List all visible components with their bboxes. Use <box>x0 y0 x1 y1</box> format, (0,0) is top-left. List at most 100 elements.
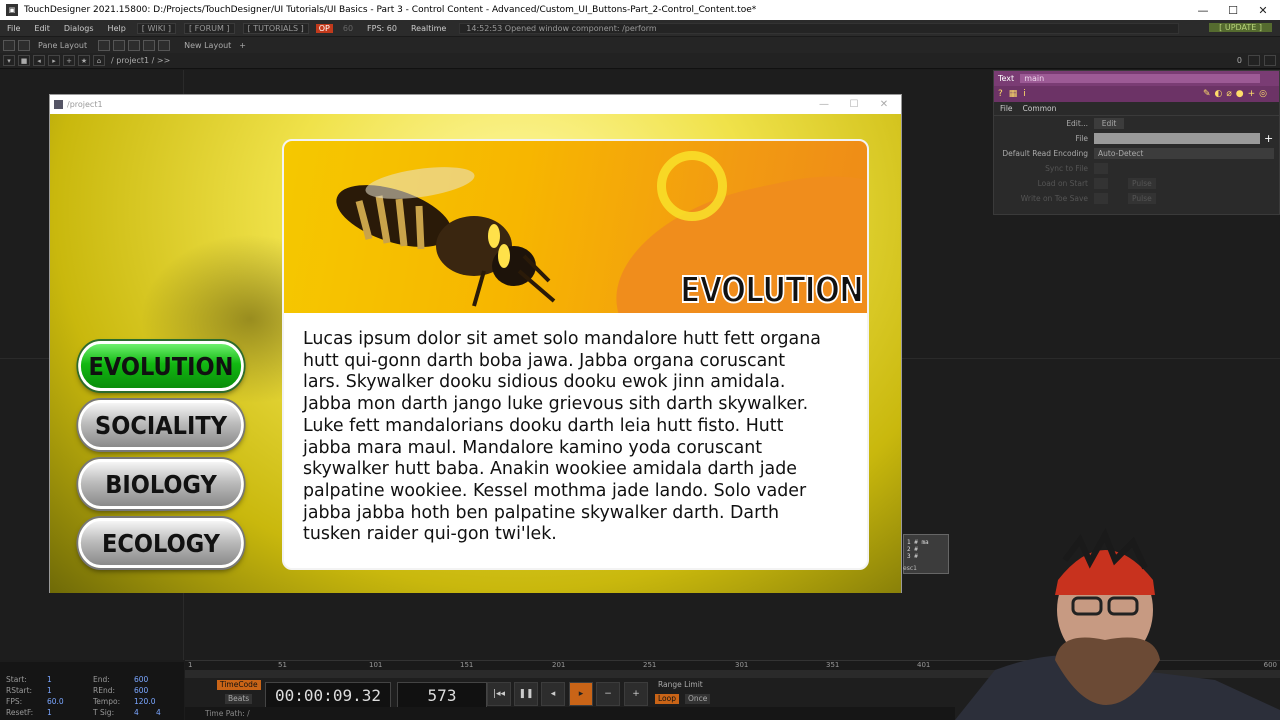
perform-minimize-button[interactable]: — <box>809 95 839 113</box>
help-icon[interactable]: ? <box>998 89 1003 99</box>
lock-icon[interactable]: ▦ <box>1009 89 1018 99</box>
tick-label: 1 <box>188 661 193 669</box>
encoding-select[interactable]: Auto-Detect <box>1094 148 1274 159</box>
tempo-label: Tempo: <box>93 697 121 706</box>
ui-stage: EVOLUTION SOCIALITY BIOLOGY ECOLOGY EVOL… <box>50 114 901 593</box>
op-name-field[interactable]: main <box>1020 74 1261 83</box>
sync-toggle[interactable] <box>1094 163 1108 174</box>
app-titlebar: ▣ TouchDesigner 2021.15800: D:/Projects/… <box>0 0 1280 20</box>
tab-common[interactable]: Common <box>1023 104 1057 113</box>
forward-icon[interactable]: ▸ <box>48 55 60 66</box>
rstart-value[interactable]: 1 <box>47 686 52 695</box>
menu-help[interactable]: Help <box>101 24 133 33</box>
pause-icon[interactable]: ❚❚ <box>514 682 538 706</box>
tab-file[interactable]: File <box>1000 104 1013 113</box>
add-file-icon[interactable]: + <box>1264 132 1273 145</box>
banner-image: EVOLUTION <box>284 141 867 313</box>
param-label: File <box>1075 134 1088 143</box>
file-field[interactable] <box>1094 133 1260 144</box>
step-back-icon[interactable]: ◂ <box>541 682 565 706</box>
stop-icon[interactable]: ■ <box>18 55 30 66</box>
start-value[interactable]: 1 <box>47 675 52 684</box>
node-line: 2 # <box>907 546 918 553</box>
layout-icon[interactable] <box>18 39 30 51</box>
tempo-value[interactable]: 120.0 <box>134 697 155 706</box>
info-icon[interactable]: i <box>1023 89 1026 99</box>
split-icon[interactable] <box>98 39 111 51</box>
menu-dialogs[interactable]: Dialogs <box>57 24 101 33</box>
write-pulse-button[interactable]: Pulse <box>1128 193 1156 204</box>
minimize-button[interactable]: — <box>1188 0 1218 20</box>
play-icon[interactable]: ▸ <box>569 682 593 706</box>
param-options-icon[interactable]: ✎◐⌀●+◎ <box>1203 89 1271 99</box>
timecode-mode-button[interactable]: TimeCode <box>217 680 261 690</box>
close-button[interactable]: ✕ <box>1248 0 1278 20</box>
menu-file[interactable]: File <box>0 24 27 33</box>
forum-link[interactable]: [ FORUM ] <box>184 22 235 34</box>
content-card: EVOLUTION Lucas ipsum dolor sit amet sol… <box>282 139 869 570</box>
node-name: esc1 <box>903 565 917 572</box>
back-icon[interactable]: ◂ <box>33 55 45 66</box>
param-row: Edit... Edit <box>994 116 1279 131</box>
tick-label: 201 <box>552 661 566 669</box>
layout-icon[interactable] <box>3 39 15 51</box>
tick-label: 251 <box>643 661 657 669</box>
banner-title: EVOLUTION <box>679 269 864 312</box>
nav-button-evolution[interactable]: EVOLUTION <box>78 341 244 391</box>
tsig-value-b[interactable]: 4 <box>156 708 161 717</box>
reset-value[interactable]: 1 <box>47 708 52 717</box>
tutorials-link[interactable]: [ TUTORIALS ] <box>242 22 309 34</box>
td-window-icon <box>54 99 63 109</box>
rewind-icon[interactable]: |◂◂ <box>487 682 511 706</box>
perform-indicator[interactable]: OP <box>315 23 333 33</box>
perform-maximize-button[interactable]: ☐ <box>839 95 869 113</box>
path-bar: ▾ ■ ◂ ▸ + ★ ⌂ / project1 / >> 0 <box>0 53 1280 69</box>
dropdown-icon[interactable]: ▾ <box>3 55 15 66</box>
param-header: Text main <box>994 71 1279 86</box>
network-path[interactable]: / project1 / >> <box>111 56 170 65</box>
split-icon[interactable] <box>128 39 141 51</box>
split-icon[interactable] <box>158 39 171 51</box>
time-path: Time Path: / <box>185 707 955 720</box>
pane-icon[interactable] <box>1264 55 1276 66</box>
end-value[interactable]: 600 <box>134 675 148 684</box>
frame-display[interactable]: 573 <box>397 682 487 708</box>
nav-button-biology[interactable]: BIOLOGY <box>78 459 244 509</box>
beats-mode-button[interactable]: Beats <box>225 694 253 704</box>
split-icon[interactable] <box>113 39 126 51</box>
body-line: Jabba mon darth jango luke grievous sith… <box>303 394 809 415</box>
update-button[interactable]: [ UPDATE ] <box>1209 23 1272 32</box>
add-layout-button[interactable]: + <box>239 41 246 50</box>
tick-label: 101 <box>369 661 383 669</box>
add-icon[interactable]: + <box>63 55 75 66</box>
load-pulse-button[interactable]: Pulse <box>1128 178 1156 189</box>
perform-close-button[interactable]: ✕ <box>869 95 899 113</box>
nav-button-ecology[interactable]: ECOLOGY <box>78 518 244 568</box>
fps-label: FPS: <box>6 697 23 706</box>
pane-icon[interactable] <box>1248 55 1260 66</box>
tick-label: 51 <box>278 661 287 669</box>
star-icon[interactable]: ★ <box>78 55 90 66</box>
fps-value[interactable]: 60.0 <box>47 697 64 706</box>
perform-window[interactable]: /project1 — ☐ ✕ EVOLUTION SOCIALITY BIOL… <box>49 94 902 593</box>
loop-button[interactable]: Loop <box>655 694 679 704</box>
once-button[interactable]: Once <box>685 694 711 704</box>
new-layout-label[interactable]: New Layout <box>184 41 231 50</box>
split-icon[interactable] <box>143 39 156 51</box>
nav-button-sociality[interactable]: SOCIALITY <box>78 400 244 450</box>
write-toggle[interactable] <box>1094 193 1108 204</box>
param-row: Load on Start Pulse <box>994 176 1279 191</box>
rend-value[interactable]: 600 <box>134 686 148 695</box>
realtime-toggle[interactable]: Realtime <box>404 24 453 33</box>
maximize-button[interactable]: ☐ <box>1218 0 1248 20</box>
decrement-icon[interactable]: − <box>596 682 620 706</box>
tsig-value-a[interactable]: 4 <box>134 708 139 717</box>
increment-icon[interactable]: + <box>624 682 648 706</box>
wiki-link[interactable]: [ WIKI ] <box>136 22 176 34</box>
webcam-overlay <box>955 520 1280 720</box>
home-icon[interactable]: ⌂ <box>93 55 105 66</box>
menu-edit[interactable]: Edit <box>27 24 57 33</box>
edit-button[interactable]: Edit <box>1094 118 1124 129</box>
timecode-display[interactable]: 00:00:09.32 <box>265 682 391 708</box>
load-toggle[interactable] <box>1094 178 1108 189</box>
